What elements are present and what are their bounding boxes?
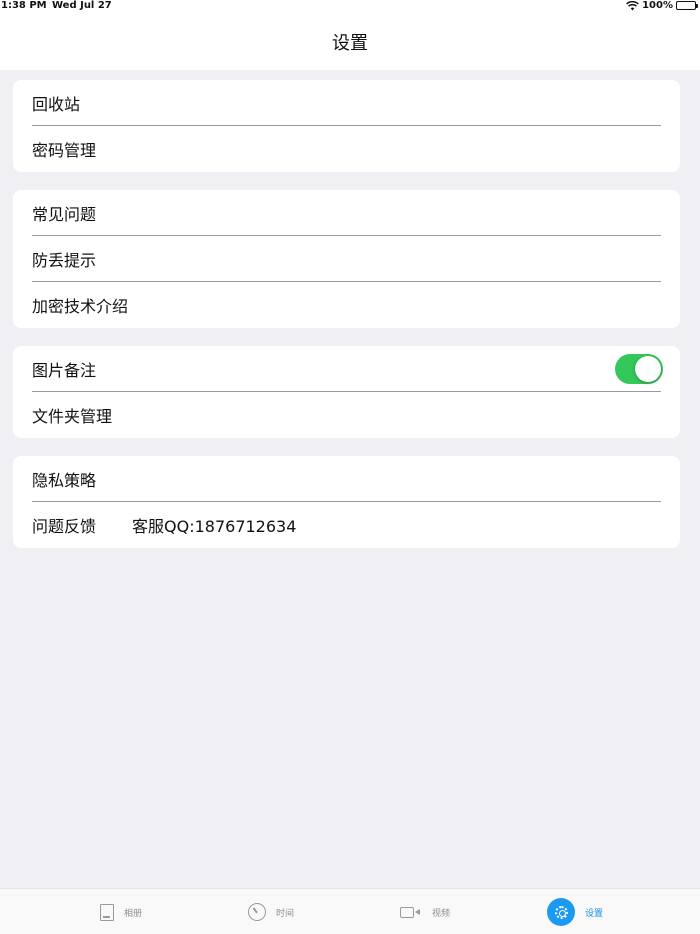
status-right: 100% <box>626 0 698 11</box>
clock-icon <box>248 903 266 921</box>
tab-time-label: 时间 <box>276 908 295 919</box>
page-title: 设置 <box>332 33 368 54</box>
settings-group-files: 图片备注 文件夹管理 <box>13 346 680 438</box>
anti-loss-tips-label: 防丢提示 <box>32 251 97 270</box>
album-icon <box>100 903 114 921</box>
customer-service-qq: 客服QQ:1876712634 <box>132 517 297 536</box>
feedback-row[interactable]: 问题反馈 客服QQ:1876712634 <box>13 502 680 548</box>
settings-group-storage: 回收站 密码管理 <box>13 80 680 172</box>
tab-video[interactable]: 视频 <box>400 889 450 934</box>
privacy-policy-row[interactable]: 隐私策略 <box>13 456 680 502</box>
status-bar: 1:38 PM Wed Jul 27 100% <box>0 0 700 14</box>
photo-notes-toggle[interactable] <box>615 354 663 384</box>
faq-label: 常见问题 <box>32 205 97 224</box>
password-management-label: 密码管理 <box>32 141 97 160</box>
tab-album[interactable]: 相册 <box>100 889 142 934</box>
faq-row[interactable]: 常见问题 <box>13 190 680 236</box>
photo-notes-row: 图片备注 <box>13 346 680 392</box>
tab-time[interactable]: 时间 <box>248 889 294 934</box>
status-time: 1:38 PM <box>1 0 47 11</box>
recycle-bin-row[interactable]: 回收站 <box>13 80 680 126</box>
video-icon <box>400 906 420 918</box>
feedback-label: 问题反馈 <box>32 517 97 536</box>
tab-video-label: 视频 <box>432 908 451 919</box>
tab-settings-label: 设置 <box>585 908 604 919</box>
encryption-intro-row[interactable]: 加密技术介绍 <box>13 282 680 328</box>
folder-management-row[interactable]: 文件夹管理 <box>13 392 680 438</box>
anti-loss-tips-row[interactable]: 防丢提示 <box>13 236 680 282</box>
encryption-intro-label: 加密技术介绍 <box>32 297 129 316</box>
settings-group-support: 隐私策略 问题反馈 客服QQ:1876712634 <box>13 456 680 548</box>
photo-notes-label: 图片备注 <box>32 361 97 380</box>
battery-percent: 100% <box>642 0 673 11</box>
settings-icon <box>547 898 575 926</box>
nav-bar: 设置 <box>0 14 700 70</box>
privacy-policy-label: 隐私策略 <box>32 471 97 490</box>
status-date: Wed Jul 27 <box>52 0 112 11</box>
wifi-icon <box>626 0 640 10</box>
tab-bar: 相册 时间 视频 设置 <box>0 888 700 934</box>
password-management-row[interactable]: 密码管理 <box>13 126 680 172</box>
tab-settings[interactable]: 设置 <box>547 889 603 934</box>
recycle-bin-label: 回收站 <box>32 95 81 114</box>
battery-icon <box>676 1 698 10</box>
settings-group-help: 常见问题 防丢提示 加密技术介绍 <box>13 190 680 328</box>
folder-management-label: 文件夹管理 <box>32 407 113 426</box>
toggle-knob <box>635 356 661 382</box>
tab-album-label: 相册 <box>124 908 143 919</box>
